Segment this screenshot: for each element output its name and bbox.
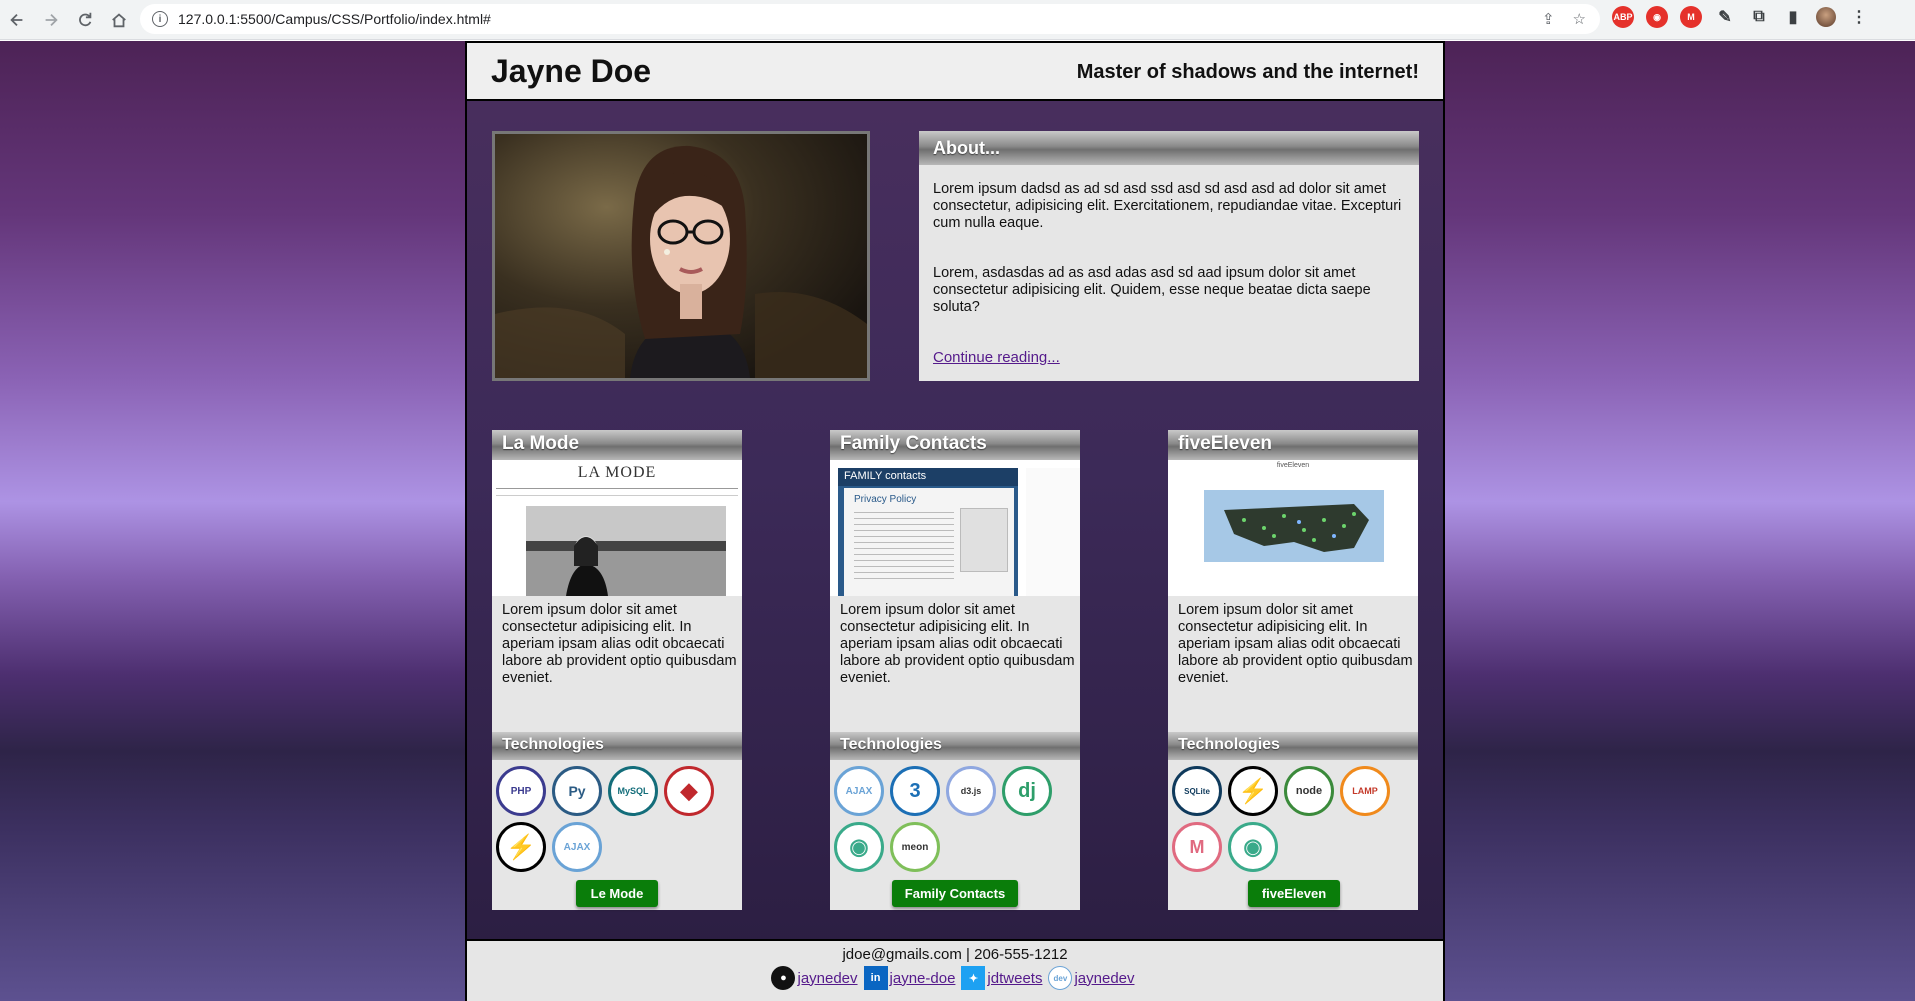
technologies-heading: Technologies [830, 732, 1080, 760]
about-heading: About... [919, 131, 1419, 165]
screenshot-title: fiveEleven [1276, 462, 1310, 469]
project-button-fiveeleven[interactable]: fiveEleven [1248, 880, 1340, 907]
m-extension-icon[interactable]: M [1680, 6, 1702, 28]
about-paragraph-2: Lorem, asdasdas ad as asd adas asd sd aa… [933, 265, 1371, 315]
side-panel-icon[interactable]: ▮ [1782, 6, 1804, 28]
home-icon[interactable] [102, 3, 136, 37]
twitter-link[interactable]: jdtweets [987, 970, 1042, 987]
project-button-family-contacts[interactable]: Family Contacts [892, 880, 1018, 907]
css3-icon: 3 [890, 766, 940, 816]
project-title: La Mode [492, 430, 742, 460]
lamp-icon: LAMP [1340, 766, 1390, 816]
screenshot-title: Privacy Policy [854, 494, 917, 505]
lightning-icon: ⚡ [1228, 766, 1278, 816]
ruby-icon: ◆ [664, 766, 714, 816]
profile-photo [492, 131, 870, 381]
mysql-icon: MySQL [608, 766, 658, 816]
tech-list: AJAX 3 d3.js dj ◉ meon [834, 766, 1079, 872]
technologies-heading: Technologies [1168, 732, 1418, 760]
project-card-la-mode: La Mode LA MODE Lorem ipsum dolor sit am… [492, 430, 742, 910]
project-button-le-mode[interactable]: Le Mode [576, 880, 658, 907]
github-icon: ● [771, 966, 796, 990]
about-section: About... Lorem ipsum dadsd as ad sd asd … [919, 131, 1419, 381]
d3js-icon: d3.js [946, 766, 996, 816]
project-title: fiveEleven [1168, 430, 1418, 460]
project-description: Lorem ipsum dolor sit amet consectetur a… [1178, 602, 1413, 686]
adblock-extension-icon[interactable]: ABP [1612, 6, 1634, 28]
meteor-icon: meon [890, 822, 940, 872]
contact-info: jdoe@gmails.com | 206-555-1212 [842, 946, 1068, 963]
project-screenshot: FAMILY contacts Privacy Policy [830, 460, 1080, 596]
dev-link[interactable]: jaynedev [1074, 970, 1134, 987]
social-links: ● jaynedev in jayne-doe ✦ jdtweets dev j… [467, 966, 1443, 990]
ublock-extension-icon[interactable]: ◉ [1646, 6, 1668, 28]
dev-icon: dev [1048, 966, 1073, 990]
sqlite-icon: SQLite [1172, 766, 1222, 816]
tech-list: SQLite ⚡ node LAMP M ◉ [1172, 766, 1417, 872]
ajax-icon: AJAX [834, 766, 884, 816]
site-tagline: Master of shadows and the internet! [1076, 61, 1419, 83]
project-screenshot: fiveEleven [1168, 460, 1418, 596]
ajax-icon: AJAX [552, 822, 602, 872]
site-info-icon[interactable]: i [152, 11, 168, 27]
wave-icon: ◉ [834, 822, 884, 872]
linkedin-icon: in [863, 966, 888, 990]
about-paragraph-1: Lorem ipsum dadsd as ad sd asd ssd asd s… [933, 181, 1402, 231]
site-footer: jdoe@gmails.com | 206-555-1212 ● jaynede… [467, 939, 1443, 1001]
github-link[interactable]: jaynedev [797, 970, 857, 987]
django-icon: dj [1002, 766, 1052, 816]
project-card-fiveeleven: fiveEleven fiveEleven Lorem ipsum dolor … [1168, 430, 1418, 910]
technologies-heading: Technologies [492, 732, 742, 760]
twitter-icon: ✦ [961, 966, 986, 990]
url-text[interactable]: 127.0.0.1:5500/Campus/CSS/Portfolio/inde… [178, 11, 491, 27]
bookmark-star-icon[interactable]: ☆ [1573, 10, 1586, 28]
reload-icon[interactable] [68, 3, 102, 37]
lightning-icon: ⚡ [496, 822, 546, 872]
wave-icon: ◉ [1228, 822, 1278, 872]
linkedin-link[interactable]: jayne-doe [890, 970, 956, 987]
browser-toolbar: i 127.0.0.1:5500/Campus/CSS/Portfolio/in… [0, 0, 1915, 40]
extensions-icon[interactable]: ⧉ [1748, 6, 1770, 28]
project-title: Family Contacts [830, 430, 1080, 460]
extension-puzzle-dark-icon[interactable]: ✎ [1714, 6, 1736, 28]
screenshot-title: LA MODE [577, 464, 657, 481]
site-header: Jayne Doe Master of shadows and the inte… [467, 41, 1443, 101]
profile-avatar[interactable] [1816, 7, 1836, 27]
back-icon[interactable] [0, 3, 34, 37]
project-description: Lorem ipsum dolor sit amet consectetur a… [502, 602, 737, 686]
project-description: Lorem ipsum dolor sit amet consectetur a… [840, 602, 1075, 686]
site-name: Jayne Doe [491, 53, 652, 89]
page-viewport: Jayne Doe Master of shadows and the inte… [0, 41, 1915, 1001]
menu-kebab-icon[interactable]: ⋮ [1848, 6, 1870, 28]
php-icon: PHP [496, 766, 546, 816]
project-card-family-contacts: Family Contacts FAMILY contacts Privacy … [830, 430, 1080, 910]
python-icon: Py [552, 766, 602, 816]
continue-reading-link[interactable]: Continue reading... [933, 349, 1060, 366]
node-icon: node [1284, 766, 1334, 816]
tech-list: PHP Py MySQL ◆ ⚡ AJAX [496, 766, 741, 872]
portfolio-container: Jayne Doe Master of shadows and the inte… [465, 41, 1445, 1001]
project-screenshot: LA MODE [492, 460, 742, 596]
m-icon: M [1172, 822, 1222, 872]
address-bar[interactable]: i 127.0.0.1:5500/Campus/CSS/Portfolio/in… [140, 4, 1600, 34]
share-icon[interactable]: ⇪ [1542, 10, 1555, 28]
forward-icon[interactable] [34, 3, 68, 37]
